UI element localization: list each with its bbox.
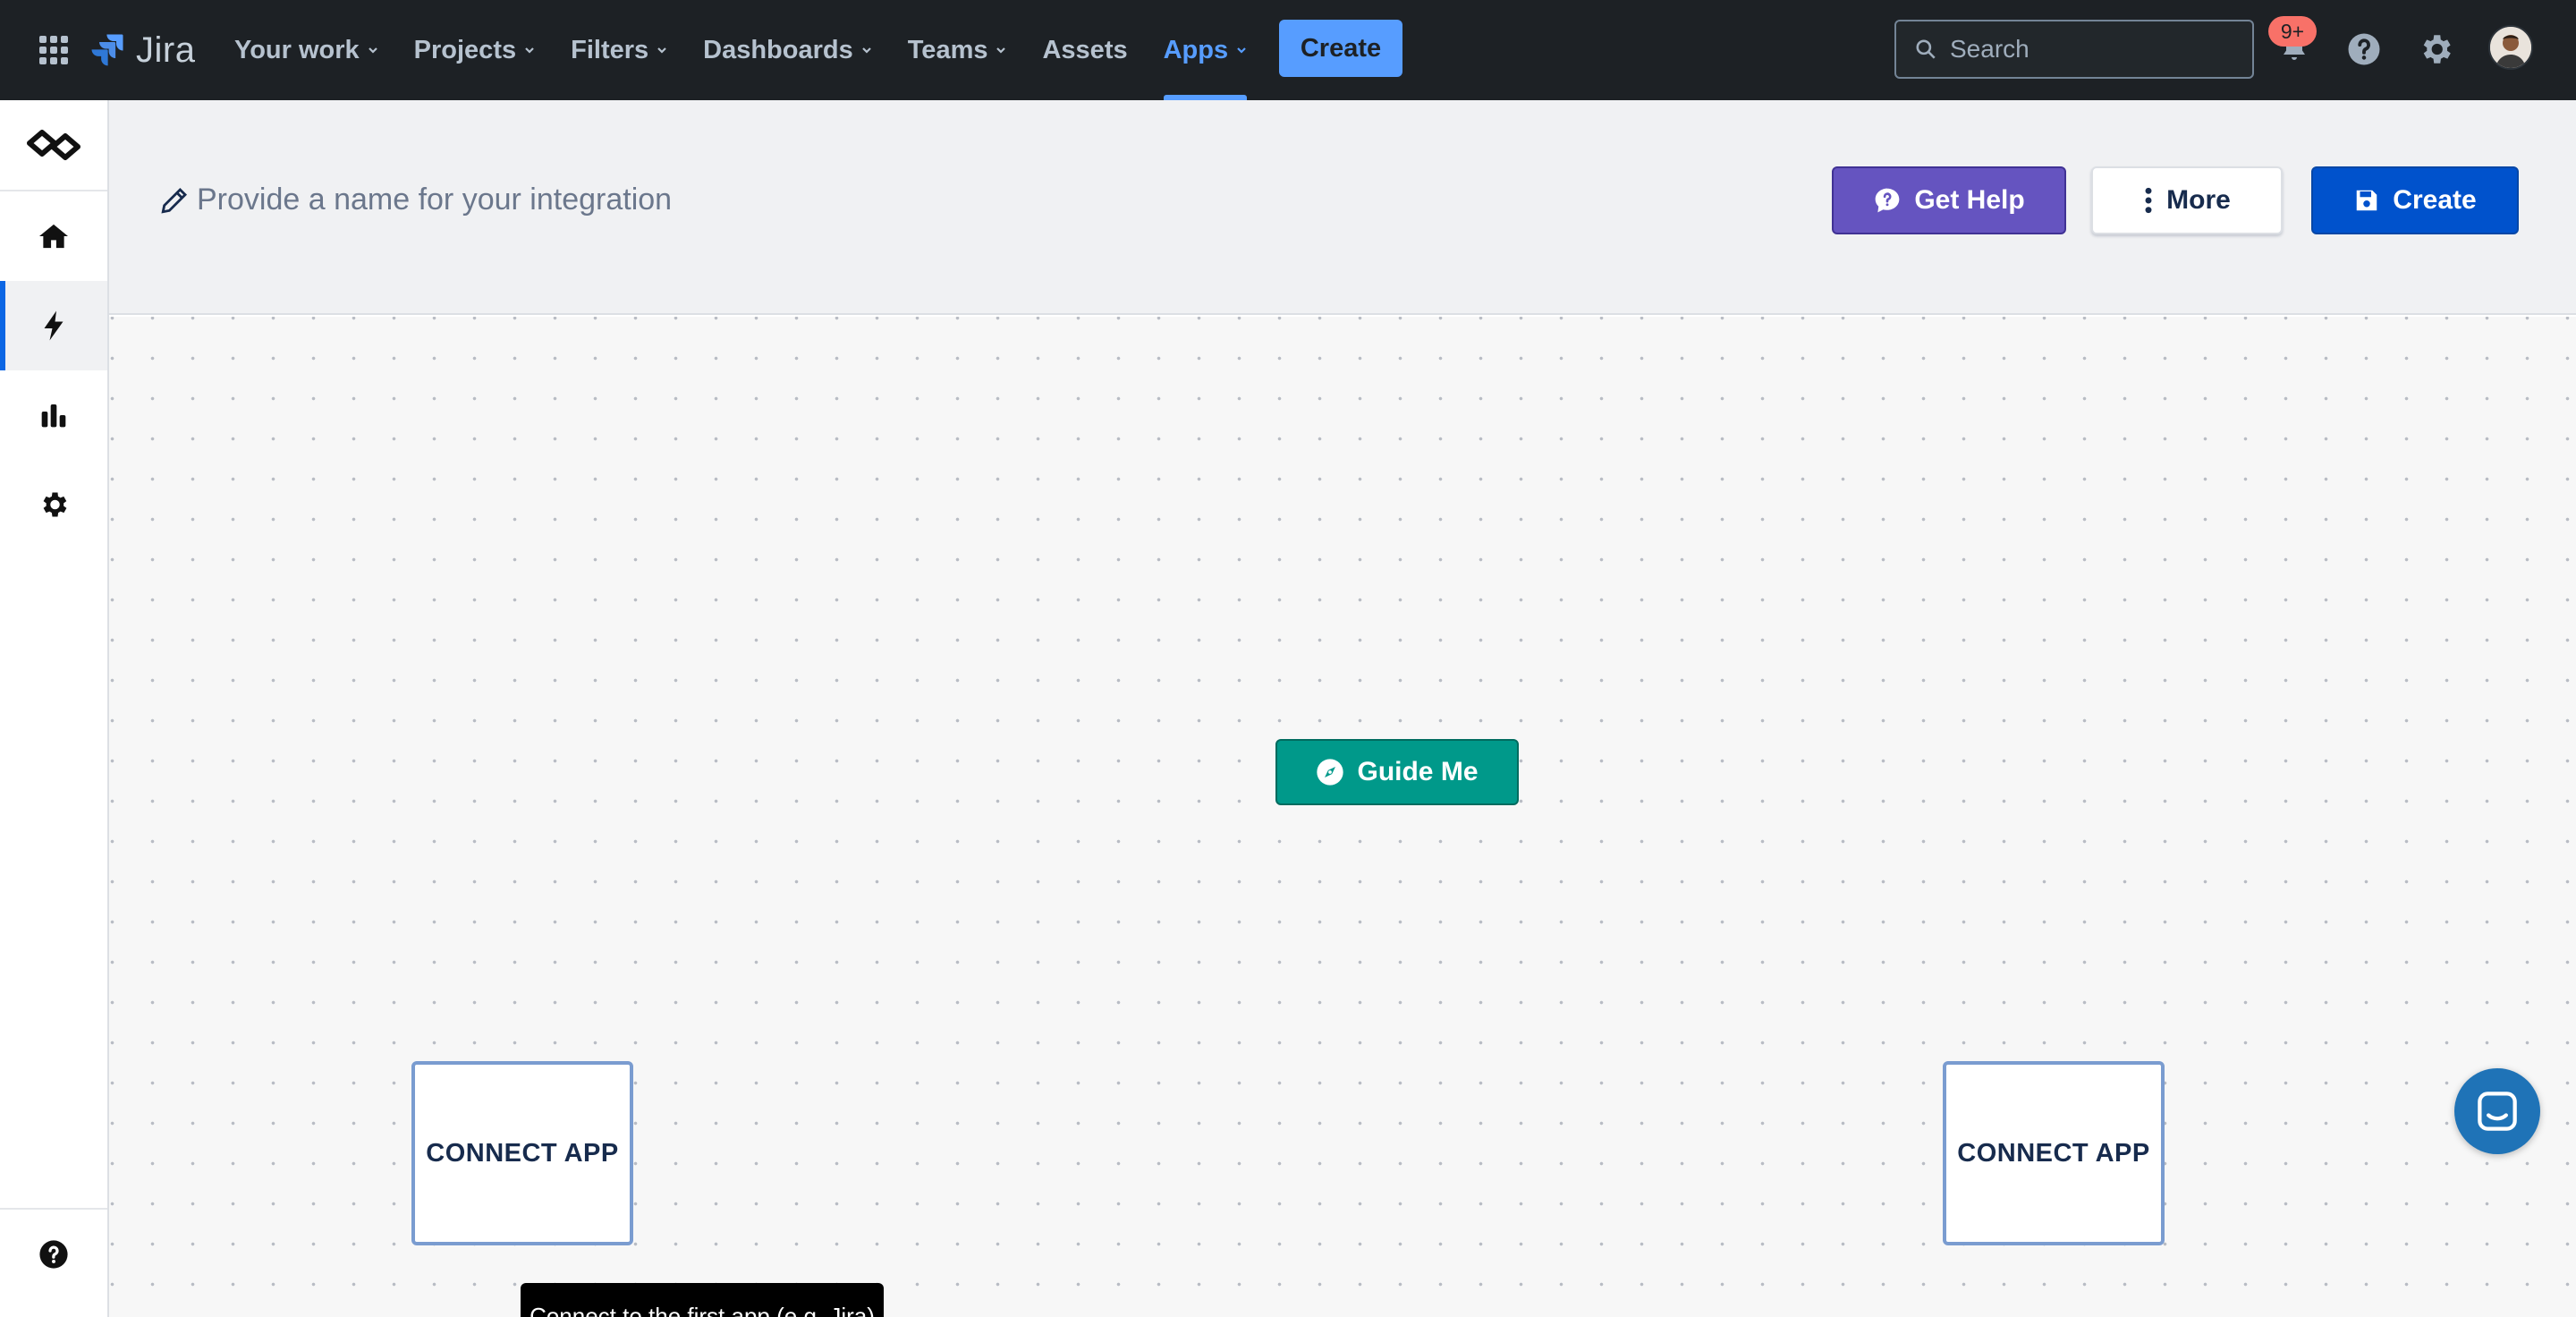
nav-apps[interactable]: Apps [1163, 0, 1248, 100]
product-name: Jira [136, 30, 196, 70]
nav-teams[interactable]: Teams [908, 0, 1007, 100]
help-circle-icon[interactable] [2343, 29, 2385, 70]
pencil-icon [161, 187, 188, 214]
nav-your-work[interactable]: Your work [234, 0, 378, 100]
chat-launcher-button[interactable] [2454, 1068, 2540, 1154]
get-help-label: Get Help [1914, 185, 2025, 215]
rail-settings[interactable] [0, 460, 107, 549]
nav-filters[interactable]: Filters [571, 0, 667, 100]
rail-integrations[interactable] [0, 281, 107, 370]
nav-label: Assets [1042, 35, 1128, 64]
jira-logo[interactable]: Jira [89, 27, 195, 73]
nav-label: Your work [234, 35, 360, 64]
chevron-down-icon [657, 47, 666, 54]
integration-name-field[interactable] [159, 183, 912, 217]
top-navigation: Jira Your work Projects Filters Dashboar… [0, 0, 2576, 100]
app-switcher-icon[interactable] [36, 32, 72, 68]
create-integration-button[interactable]: Create [2311, 166, 2519, 234]
question-icon [2348, 33, 2380, 65]
connect-app-first-node[interactable]: CONNECT APP [411, 1061, 633, 1245]
chat-icon [2478, 1092, 2517, 1131]
gear-icon [2423, 35, 2451, 64]
bolt-icon [44, 310, 64, 341]
connect-app-label: CONNECT APP [1957, 1138, 2150, 1168]
guide-me-label: Guide Me [1357, 757, 1479, 786]
primary-nav: Your work Projects Filters Dashboards Te… [234, 0, 1283, 100]
get-help-button[interactable]: Get Help [1832, 166, 2066, 234]
avatar[interactable] [2488, 25, 2533, 70]
chevron-down-icon [1237, 47, 1246, 54]
nav-dashboards[interactable]: Dashboards [703, 0, 872, 100]
connect-app-second-node[interactable]: CONNECT APP [1943, 1061, 2165, 1245]
nav-label: Apps [1163, 35, 1229, 64]
chevron-down-icon [525, 47, 534, 54]
chevron-down-icon [861, 47, 871, 54]
save-icon [2357, 190, 2377, 211]
nav-label: Projects [413, 35, 517, 64]
nav-label: Teams [907, 35, 988, 64]
jira-logo-icon [91, 34, 123, 66]
chat-question-icon [1875, 188, 1900, 213]
gear-icon [43, 492, 67, 517]
create-label: Create [2393, 185, 2477, 215]
rail-home[interactable] [0, 191, 107, 281]
create-issue-button[interactable]: Create [1279, 20, 1402, 77]
help-icon [39, 1240, 68, 1269]
rail-help[interactable] [0, 1210, 107, 1299]
integration-name-input[interactable] [197, 183, 912, 217]
home-icon [39, 224, 68, 249]
left-rail [0, 100, 109, 1317]
search-input[interactable] [1950, 35, 2236, 64]
nav-projects[interactable]: Projects [414, 0, 535, 100]
connect-app-tooltip: Connect to the first app (e.g. Jira) [521, 1283, 884, 1317]
notifications-badge: 9+ [2268, 16, 2317, 47]
integration-header: Get Help More Create [109, 100, 2576, 315]
more-button[interactable]: More [2091, 166, 2283, 234]
rail-reports[interactable] [0, 370, 107, 460]
bar-chart-icon [41, 404, 66, 428]
vertical-dots-icon [2145, 187, 2152, 214]
app-logo-icon [27, 130, 80, 160]
settings-gear-icon[interactable] [2415, 29, 2456, 70]
guide-me-button[interactable]: Guide Me [1275, 739, 1519, 805]
nav-label: Filters [571, 35, 649, 64]
more-label: More [2166, 185, 2231, 215]
nav-assets[interactable]: Assets [1042, 0, 1127, 100]
connect-app-label: CONNECT APP [426, 1138, 619, 1168]
search-box[interactable] [1894, 20, 2254, 79]
nav-label: Dashboards [703, 35, 853, 64]
chevron-down-icon [368, 47, 377, 54]
rail-app-logo[interactable] [0, 100, 107, 190]
user-photo-icon [2490, 27, 2531, 68]
search-icon [1916, 39, 1936, 59]
compass-icon [1317, 759, 1344, 786]
integration-canvas[interactable]: Guide Me CONNECT APP Connect to the firs… [109, 317, 2576, 1317]
chevron-down-icon [996, 47, 1006, 54]
